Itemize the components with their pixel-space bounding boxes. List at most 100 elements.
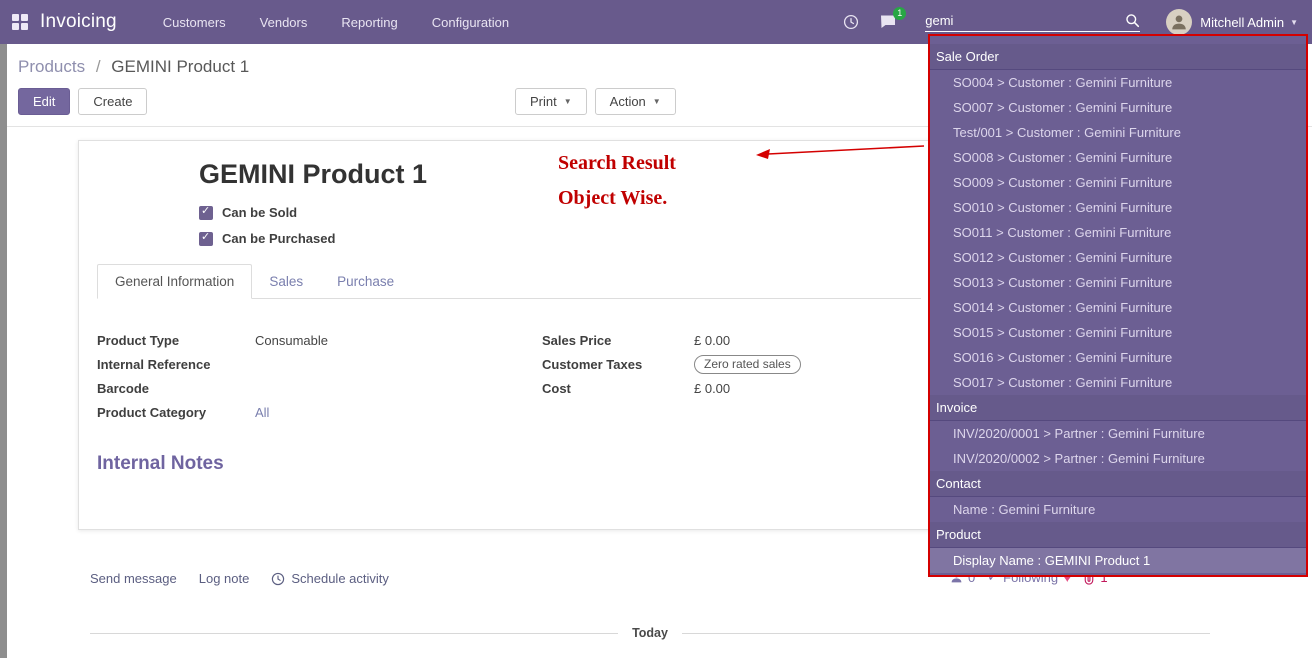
search-group-contact: Contact	[930, 471, 1306, 497]
chevron-down-icon: ▼	[564, 97, 572, 106]
field-label: Internal Reference	[97, 357, 255, 372]
can-be-purchased-label: Can be Purchased	[222, 231, 335, 246]
field-value: Consumable	[255, 333, 328, 348]
action-label: Action	[610, 94, 646, 109]
chevron-down-icon: ▼	[653, 97, 661, 106]
breadcrumb: Products / GEMINI Product 1	[18, 57, 249, 77]
search-result-item[interactable]: INV/2020/0001 > Partner : Gemini Furnitu…	[930, 421, 1306, 446]
product-title: GEMINI Product 1	[199, 159, 427, 190]
chevron-down-icon: ▼	[1290, 18, 1298, 27]
search-result-item[interactable]: Display Name : GEMINI Product 1	[930, 548, 1306, 573]
search-result-item[interactable]: SO013 > Customer : Gemini Furniture	[930, 270, 1306, 295]
field-value: £ 0.00	[694, 333, 730, 348]
search-result-item[interactable]: SO008 > Customer : Gemini Furniture	[930, 145, 1306, 170]
schedule-activity-label: Schedule activity	[291, 571, 389, 586]
search-result-item[interactable]: SO015 > Customer : Gemini Furniture	[930, 320, 1306, 345]
field-cost: Cost £ 0.00	[542, 379, 931, 398]
annotation-arrow	[752, 138, 928, 164]
search-results-dropdown: Sale Order SO004 > Customer : Gemini Fur…	[928, 34, 1308, 577]
search-result-item[interactable]: SO011 > Customer : Gemini Furniture	[930, 220, 1306, 245]
main-menu: Customers Vendors Reporting Configuratio…	[163, 15, 509, 30]
field-label: Product Category	[97, 405, 255, 420]
can-be-sold-checkbox[interactable]	[199, 206, 213, 220]
divider-line	[90, 633, 618, 634]
field-value: £ 0.00	[694, 381, 730, 396]
menu-configuration[interactable]: Configuration	[432, 15, 509, 30]
search-result-item[interactable]: SO014 > Customer : Gemini Furniture	[930, 295, 1306, 320]
breadcrumb-products-link[interactable]: Products	[18, 57, 85, 76]
annotation-line1: Search Result	[558, 146, 676, 181]
search-result-item[interactable]: INV/2020/0002 > Partner : Gemini Furnitu…	[930, 446, 1306, 471]
user-menu[interactable]: Mitchell Admin ▼	[1166, 9, 1298, 35]
search-group-sale-order: Sale Order	[930, 44, 1306, 70]
field-label: Product Type	[97, 333, 255, 348]
fields-left-column: Product Type Consumable Internal Referen…	[97, 331, 542, 427]
global-search	[925, 13, 1140, 32]
search-result-item[interactable]: SO012 > Customer : Gemini Furniture	[930, 245, 1306, 270]
schedule-activity-button[interactable]: Schedule activity	[271, 571, 389, 586]
can-be-purchased-checkbox[interactable]	[199, 232, 213, 246]
search-group-invoice: Invoice	[930, 395, 1306, 421]
tab-sales[interactable]: Sales	[252, 265, 320, 298]
can-be-purchased-row: Can be Purchased	[199, 231, 335, 246]
print-label: Print	[530, 94, 557, 109]
send-message-button[interactable]: Send message	[90, 571, 177, 586]
search-icon[interactable]	[1125, 13, 1140, 28]
search-result-item[interactable]: SO009 > Customer : Gemini Furniture	[930, 170, 1306, 195]
action-buttons: Print ▼ Action ▼	[515, 88, 676, 115]
activities-clock-icon[interactable]	[843, 14, 859, 30]
search-result-item[interactable]: SO007 > Customer : Gemini Furniture	[930, 95, 1306, 120]
notebook-tabs: General Information Sales Purchase	[97, 263, 921, 299]
field-barcode: Barcode	[97, 379, 542, 398]
annotation-text: Search Result Object Wise.	[558, 146, 676, 216]
apps-menu-icon[interactable]	[12, 14, 28, 30]
menu-customers[interactable]: Customers	[163, 15, 226, 30]
search-result-item[interactable]: SO010 > Customer : Gemini Furniture	[930, 195, 1306, 220]
search-input[interactable]	[925, 13, 1125, 28]
internal-notes-heading: Internal Notes	[97, 453, 224, 475]
action-dropdown-button[interactable]: Action ▼	[595, 88, 676, 115]
field-label: Customer Taxes	[542, 357, 694, 372]
field-label: Barcode	[97, 381, 255, 396]
field-label: Cost	[542, 381, 694, 396]
user-name: Mitchell Admin	[1200, 15, 1284, 30]
search-result-item[interactable]: SO016 > Customer : Gemini Furniture	[930, 345, 1306, 370]
search-group-product: Product	[930, 522, 1306, 548]
print-dropdown-button[interactable]: Print ▼	[515, 88, 587, 115]
messages-icon[interactable]: 1	[879, 14, 897, 30]
record-buttons: Edit Create	[18, 88, 147, 115]
tab-purchase[interactable]: Purchase	[320, 265, 411, 298]
customer-tax-tag[interactable]: Zero rated sales	[694, 355, 801, 374]
divider-line	[682, 633, 1210, 634]
message-count-badge: 1	[893, 7, 906, 20]
search-result-item[interactable]: Test/001 > Customer : Gemini Furniture	[930, 120, 1306, 145]
search-result-item[interactable]: SO017 > Customer : Gemini Furniture	[930, 370, 1306, 395]
left-edge-strip	[0, 44, 7, 658]
log-note-button[interactable]: Log note	[199, 571, 250, 586]
clock-icon	[271, 572, 285, 586]
field-internal-reference: Internal Reference	[97, 355, 542, 374]
edit-button[interactable]: Edit	[18, 88, 70, 115]
field-label: Sales Price	[542, 333, 694, 348]
navbar-right-cluster: 1 Mitchell Admin ▼	[843, 9, 1298, 35]
search-result-item[interactable]: Name : Gemini Furniture	[930, 497, 1306, 522]
tab-general-information[interactable]: General Information	[97, 264, 252, 299]
product-form-sheet: GEMINI Product 1 Can be Sold Can be Purc…	[78, 140, 940, 530]
create-button[interactable]: Create	[78, 88, 147, 115]
field-customer-taxes: Customer Taxes Zero rated sales	[542, 355, 931, 374]
date-divider-label: Today	[632, 626, 668, 640]
breadcrumb-current: GEMINI Product 1	[111, 57, 249, 76]
search-result-item[interactable]: SO004 > Customer : Gemini Furniture	[930, 70, 1306, 95]
menu-vendors[interactable]: Vendors	[260, 15, 308, 30]
app-title[interactable]: Invoicing	[40, 11, 117, 33]
product-category-link[interactable]: All	[255, 405, 269, 420]
breadcrumb-separator: /	[96, 57, 101, 76]
can-be-sold-label: Can be Sold	[222, 205, 297, 220]
annotation-line2: Object Wise.	[558, 181, 676, 216]
field-sales-price: Sales Price £ 0.00	[542, 331, 931, 350]
fields-right-column: Sales Price £ 0.00 Customer Taxes Zero r…	[542, 331, 931, 427]
chatter-actions: Send message Log note Schedule activity	[90, 571, 389, 586]
menu-reporting[interactable]: Reporting	[341, 15, 397, 30]
form-fields: Product Type Consumable Internal Referen…	[97, 331, 931, 427]
field-product-category: Product Category All	[97, 403, 542, 422]
